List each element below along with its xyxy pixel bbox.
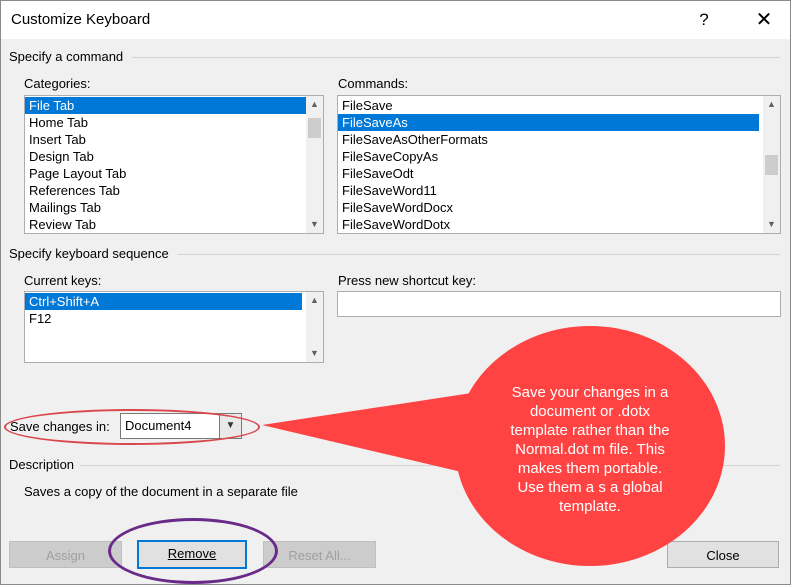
callout-line: Save your changes in a xyxy=(511,384,669,401)
callout-text: Save your changes in a document or .dotx… xyxy=(470,383,710,516)
callout-line: document or .dotx xyxy=(529,403,651,420)
callout-line: template. xyxy=(559,498,621,515)
callout-line: Normal.dot m file. This xyxy=(515,441,665,458)
callout-pointer xyxy=(262,392,478,474)
callout-line: makes them portable. xyxy=(517,460,663,477)
callout-line: template rather than the xyxy=(510,422,670,439)
callout-line: Use them a s a global xyxy=(517,479,663,496)
